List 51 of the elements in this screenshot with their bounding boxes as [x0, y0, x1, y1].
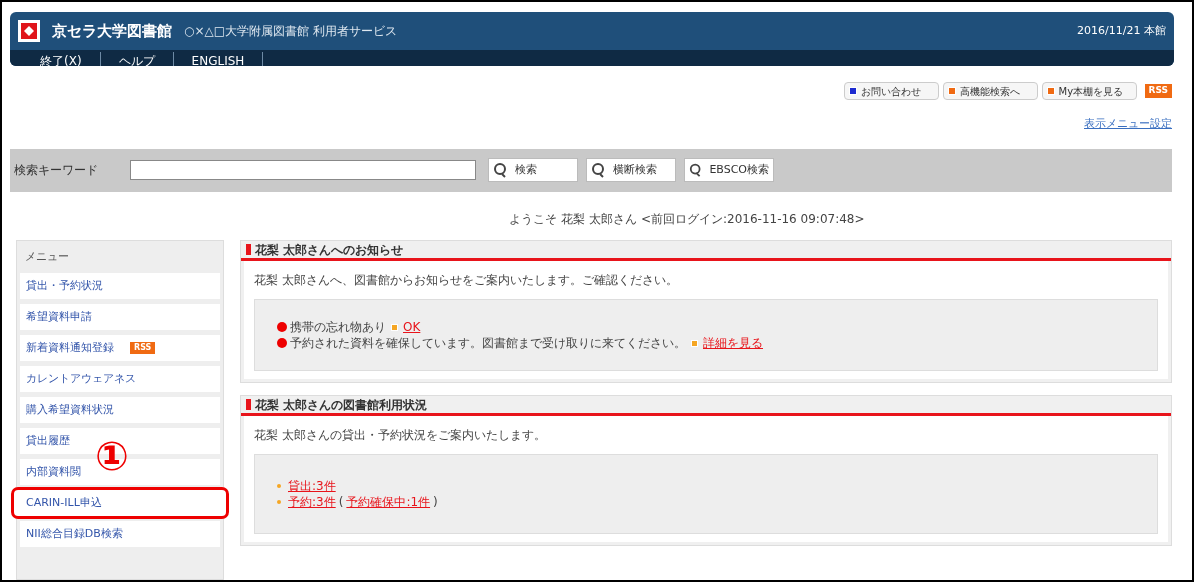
bullet-icon [277, 500, 281, 504]
tool-button[interactable]: 高機能検索へ [942, 82, 1038, 101]
notice-text: ( [338, 494, 344, 510]
panel-intro: 花梨 太郎さんの貸出・予約状況をご案内いたします。 [254, 427, 547, 444]
title-marker-icon [246, 399, 251, 410]
menu-item[interactable]: 購入希望資料状況 [20, 397, 220, 423]
service-subtitle: ○×△□大学附属図書館 利用者サービス [184, 23, 397, 40]
menu-item[interactable]: 貸出・予約状況 [20, 273, 220, 299]
sidebar-title: メニュー [24, 248, 70, 265]
square-icon [848, 87, 857, 96]
nav-link[interactable]: 終了(X) [22, 52, 101, 67]
bullet-icon [277, 484, 281, 488]
menu-item[interactable]: 希望資料申請 [20, 304, 220, 330]
tool-button[interactable]: お問い合わせ [843, 82, 939, 101]
square-icon [1046, 87, 1055, 96]
panel-title: 花梨 太郎さんへのお知らせ [255, 241, 404, 259]
square-icon [947, 87, 956, 96]
search-button[interactable]: 検索 [488, 158, 578, 183]
notice-text: 携帯の忘れ物あり [290, 319, 386, 335]
panel-intro: 花梨 太郎さんへ、図書館からお知らせをご案内いたします。ご確認ください。 [254, 272, 679, 289]
link[interactable]: 詳細を見る [703, 335, 763, 351]
title-marker-icon [246, 244, 251, 255]
link[interactable]: 予約:3件 [288, 494, 336, 510]
menu-settings-link[interactable]: 表示メニュー設定 [1084, 116, 1172, 133]
search-icon [493, 162, 507, 179]
link[interactable]: 予約確保中:1件 [346, 494, 431, 510]
search-button[interactable]: EBSCO検索 [684, 158, 774, 183]
library-title: 京セラ大学図書館 [52, 20, 172, 42]
menu-item[interactable]: CARIN-ILL申込 [14, 490, 226, 516]
date-text: 2016/11/21 本館 [1077, 22, 1166, 39]
menu-item[interactable]: カレントアウェアネス [20, 366, 220, 392]
nav-link[interactable]: ENGLISH [173, 52, 264, 67]
notice-text: 予約された資料を確保しています。図書館まで受け取りに来てください。 [290, 335, 686, 351]
tool-button[interactable]: My本棚を見る [1041, 82, 1137, 101]
logo-icon [18, 20, 40, 42]
rss-badge: RSS [130, 342, 156, 354]
panel-title: 花梨 太郎さんの図書館利用状況 [255, 396, 428, 414]
nav-link[interactable]: ヘルプ [100, 52, 174, 67]
link[interactable]: OK [403, 319, 421, 335]
search-icon [591, 162, 605, 179]
search-label: 検索キーワード [14, 162, 99, 180]
welcome-text: ようこそ 花梨 太郎さん <前回ログイン:2016-11-16 09:07:48> [509, 211, 865, 228]
search-field[interactable] [130, 160, 476, 181]
square-icon [691, 339, 698, 347]
menu-item[interactable]: 新着資料通知登録 RSS [20, 335, 220, 361]
search-icon [689, 162, 702, 179]
search-button[interactable]: 横断検索 [586, 158, 676, 183]
square-icon [391, 323, 398, 331]
notice-text: ) [433, 494, 438, 510]
menu-item[interactable]: NII総合目録DB検索 [20, 521, 220, 547]
link[interactable]: 貸出:3件 [288, 478, 336, 494]
